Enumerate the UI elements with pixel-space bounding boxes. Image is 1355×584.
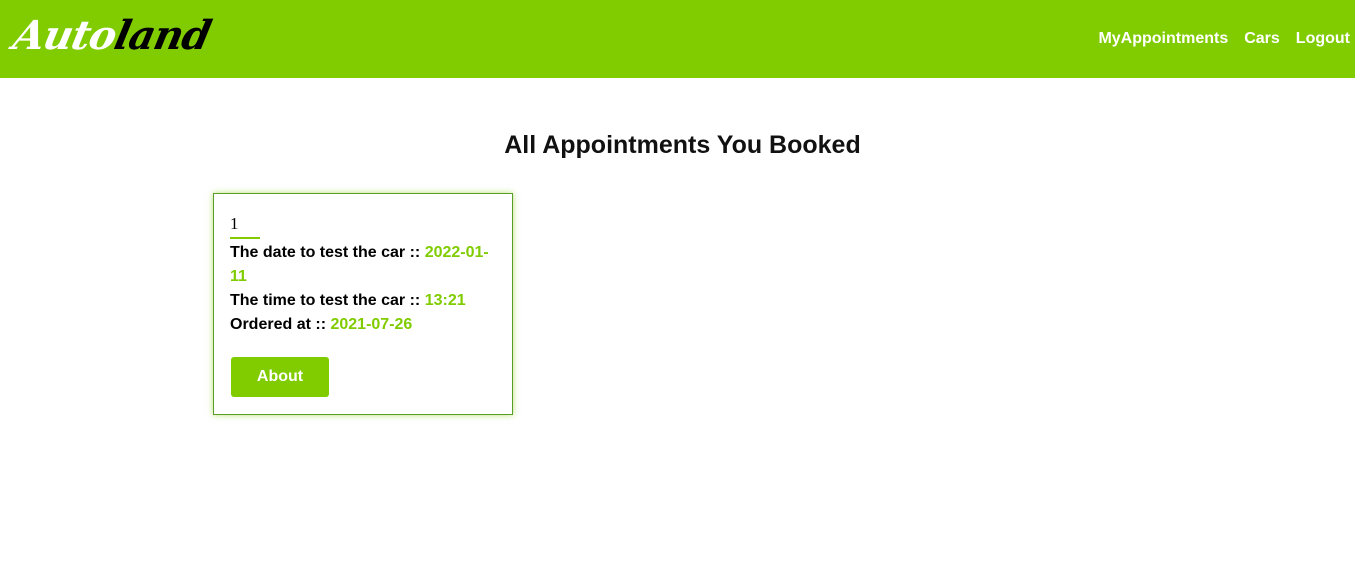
test-date-line: The date to test the car :: 2022-01-11 <box>230 241 490 289</box>
ordered-at-line: Ordered at :: 2021-07-26 <box>230 313 490 337</box>
test-time-value: 13:21 <box>424 292 466 309</box>
page-title: All Appointments You Booked <box>504 131 861 159</box>
test-date-label: The date to test the car :: <box>230 244 421 261</box>
appointment-card: 1 The date to test the car :: 2022-01-11… <box>213 193 513 415</box>
nav-link-logout[interactable]: Logout <box>1296 28 1350 50</box>
nav-link-cars[interactable]: Cars <box>1244 28 1280 50</box>
appointment-number: 1 <box>230 214 239 233</box>
autoland-logo[interactable]: Autoland <box>9 12 215 60</box>
logo-text-auto: Auto <box>9 12 121 59</box>
nav-link-my-appointments[interactable]: MyAppointments <box>1098 28 1228 50</box>
test-time-label: The time to test the car :: <box>230 292 421 309</box>
logo-text-land: land <box>110 12 215 59</box>
ordered-at-value: 2021-07-26 <box>330 316 413 333</box>
test-time-line: The time to test the car :: 13:21 <box>230 289 490 313</box>
about-button[interactable]: About <box>231 357 329 397</box>
index-underline <box>230 237 260 239</box>
ordered-at-label: Ordered at :: <box>230 316 327 333</box>
top-navbar: Autoland MyAppointments Cars Logout <box>0 0 1355 78</box>
nav-links: MyAppointments Cars Logout <box>1098 28 1350 50</box>
